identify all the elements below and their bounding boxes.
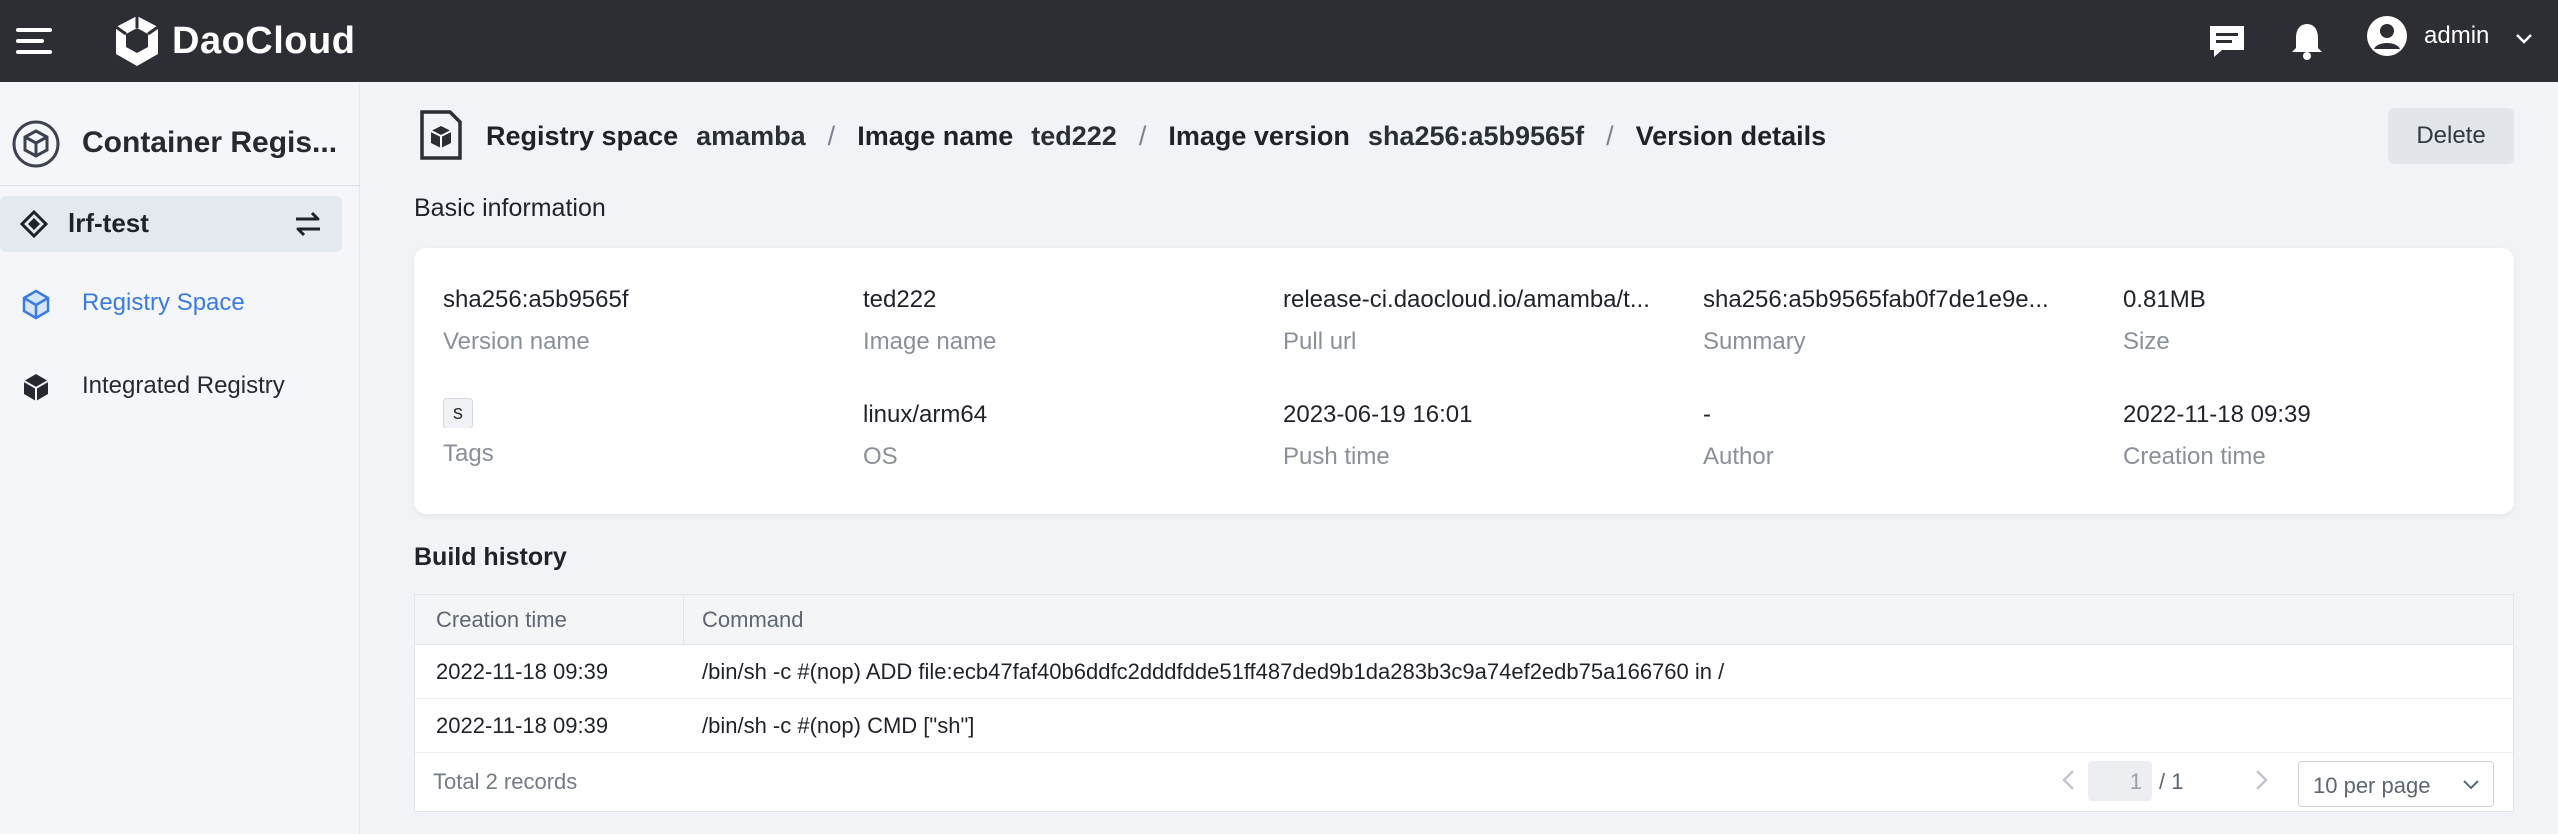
brand-logo[interactable]: DaoCloud: [112, 10, 355, 72]
author-field: - Author: [1703, 401, 2103, 471]
pull-url-value[interactable]: release-ci.daocloud.io/amamba/t...: [1283, 286, 1683, 316]
cubes-icon: [23, 374, 49, 401]
delete-button[interactable]: Delete: [2388, 108, 2514, 164]
message-icon[interactable]: [2204, 18, 2250, 64]
chevron-left-icon[interactable]: [2057, 767, 2081, 793]
sidebar-item-label: Integrated Registry: [82, 372, 285, 399]
build-history-title: Build history: [414, 543, 567, 571]
breadcrumb-image-name-link[interactable]: ted222: [1031, 121, 1117, 152]
summary-field: sha256:a5b9565fab0f7de1e9e... Summary: [1703, 286, 2103, 356]
cube-icon: [22, 289, 50, 320]
breadcrumb-separator: /: [1606, 120, 1614, 151]
version-name-field: sha256:a5b9565f Version name: [443, 286, 843, 356]
breadcrumb-image-version-link[interactable]: sha256:a5b9565f: [1368, 121, 1584, 152]
os-field: linux/arm64 OS: [863, 401, 1263, 471]
switch-arrows-icon[interactable]: [292, 209, 324, 239]
summary-label: Summary: [1703, 328, 1806, 355]
row-command: /bin/sh -c #(nop) ADD file:ecb47faf40b6d…: [702, 659, 1725, 684]
page-size-value: 10 per page: [2313, 773, 2431, 798]
breadcrumb-registry-space-link[interactable]: amamba: [696, 121, 806, 152]
workspace-icon: [20, 210, 48, 238]
size-value: 0.81MB: [2123, 286, 2206, 313]
column-header-creation-time: Creation time: [436, 607, 567, 632]
table-row: 2022-11-18 09:39 /bin/sh -c #(nop) CMD […: [415, 699, 2513, 753]
bell-icon[interactable]: [2284, 18, 2330, 64]
brand-name: DaoCloud: [172, 19, 356, 62]
hamburger-menu-icon[interactable]: [16, 24, 52, 58]
chevron-down-icon[interactable]: [2512, 26, 2536, 50]
author-label: Author: [1703, 443, 1774, 470]
image-name-label: Image name: [863, 328, 997, 355]
push-time-field: 2023-06-19 16:01 Push time: [1283, 401, 1683, 471]
workspace-selector[interactable]: lrf-test: [0, 196, 342, 252]
pull-url-field: release-ci.daocloud.io/amamba/t... Pull …: [1283, 286, 1683, 356]
os-value: linux/arm64: [863, 401, 988, 428]
table-header: Creation time Command: [415, 595, 2513, 645]
container-registry-icon: [12, 120, 60, 168]
page-number-input[interactable]: 1: [2088, 761, 2152, 801]
top-navigation-bar: DaoCloud admin: [0, 0, 2558, 82]
chevron-right-icon[interactable]: [2249, 767, 2273, 793]
breadcrumb-registry-space-label: Registry space: [486, 120, 679, 151]
table-row: 2022-11-18 09:39 /bin/sh -c #(nop) ADD f…: [415, 645, 2513, 699]
size-label: Size: [2123, 328, 2170, 355]
column-divider: [683, 595, 684, 645]
username-label[interactable]: admin: [2424, 22, 2489, 50]
tags-label: Tags: [443, 440, 494, 467]
row-creation-time: 2022-11-18 09:39: [436, 713, 609, 738]
push-time-label: Push time: [1283, 443, 1390, 470]
breadcrumb-image-version-label: Image version: [1168, 120, 1350, 151]
breadcrumb-image-name-label: Image name: [857, 120, 1014, 151]
column-header-command: Command: [702, 607, 804, 632]
breadcrumb-separator: /: [827, 120, 836, 151]
sidebar-header: Container Regis...: [0, 110, 360, 174]
image-name-field: ted222 Image name: [863, 286, 1263, 356]
push-time-value: 2023-06-19 16:01: [1283, 401, 1473, 428]
breadcrumb-separator: /: [1138, 120, 1147, 151]
version-name-label: Version name: [443, 328, 590, 355]
chevron-down-icon: [2463, 780, 2479, 790]
sidebar: Container Regis... lrf-test Registry Spa…: [0, 82, 360, 834]
sidebar-title: Container Regis...: [82, 126, 338, 159]
basic-information-card: sha256:a5b9565f Version name ted222 Imag…: [414, 248, 2514, 514]
creation-time-label: Creation time: [2123, 443, 2266, 470]
row-command: /bin/sh -c #(nop) CMD ["sh"]: [702, 713, 975, 738]
author-value: -: [1703, 401, 1711, 428]
image-name-value: ted222: [863, 286, 937, 313]
tag-chip: s: [443, 398, 473, 428]
sidebar-item-label: Registry Space: [82, 289, 245, 316]
page-size-select[interactable]: 10 per page: [2298, 761, 2494, 807]
page-total: / 1: [2159, 769, 2184, 794]
sidebar-item-registry-space[interactable]: Registry Space: [0, 274, 342, 330]
version-name-value: sha256:a5b9565f: [443, 286, 629, 313]
creation-time-value: 2022-11-18 09:39: [2123, 401, 2311, 428]
size-field: 0.81MB Size: [2123, 286, 2523, 356]
daocloud-logo-icon: [115, 16, 159, 66]
sidebar-item-integrated-registry[interactable]: Integrated Registry: [0, 357, 342, 413]
tags-field: s Tags: [443, 398, 843, 468]
image-package-icon: [420, 110, 462, 160]
breadcrumb: Registry space amamba / Image name ted22…: [486, 118, 1826, 154]
row-creation-time: 2022-11-18 09:39: [436, 659, 609, 684]
pull-url-label: Pull url: [1283, 328, 1357, 355]
creation-time-field: 2022-11-18 09:39 Creation time: [2123, 401, 2523, 471]
user-avatar-icon[interactable]: [2366, 15, 2408, 57]
summary-value[interactable]: sha256:a5b9565fab0f7de1e9e...: [1703, 286, 2103, 316]
build-history-table: Creation time Command 2022-11-18 09:39 /…: [414, 594, 2514, 812]
sidebar-divider: [0, 185, 360, 186]
basic-information-title: Basic information: [414, 194, 606, 222]
breadcrumb-current-page: Version details: [1635, 120, 1827, 151]
workspace-name: lrf-test: [68, 208, 149, 238]
os-label: OS: [863, 443, 898, 470]
total-records: Total 2 records: [433, 769, 578, 794]
